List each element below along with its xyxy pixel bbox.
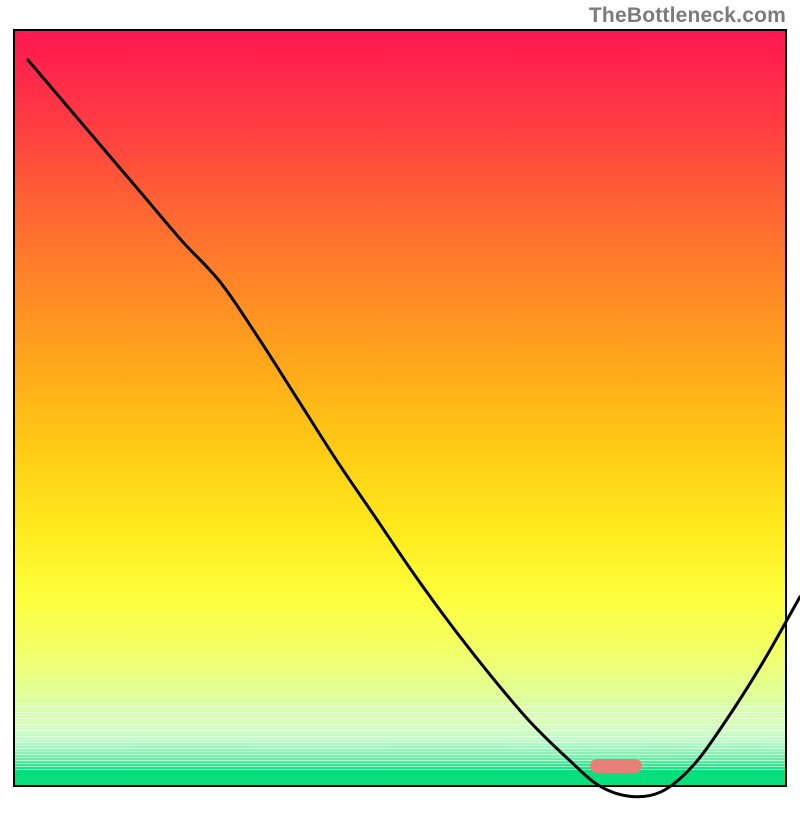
attribution-label: TheBottleneck.com xyxy=(589,4,786,28)
curve-path xyxy=(28,60,800,797)
curve-min-marker xyxy=(590,759,642,773)
chart-frame xyxy=(14,30,786,786)
bottleneck-curve xyxy=(28,60,800,816)
